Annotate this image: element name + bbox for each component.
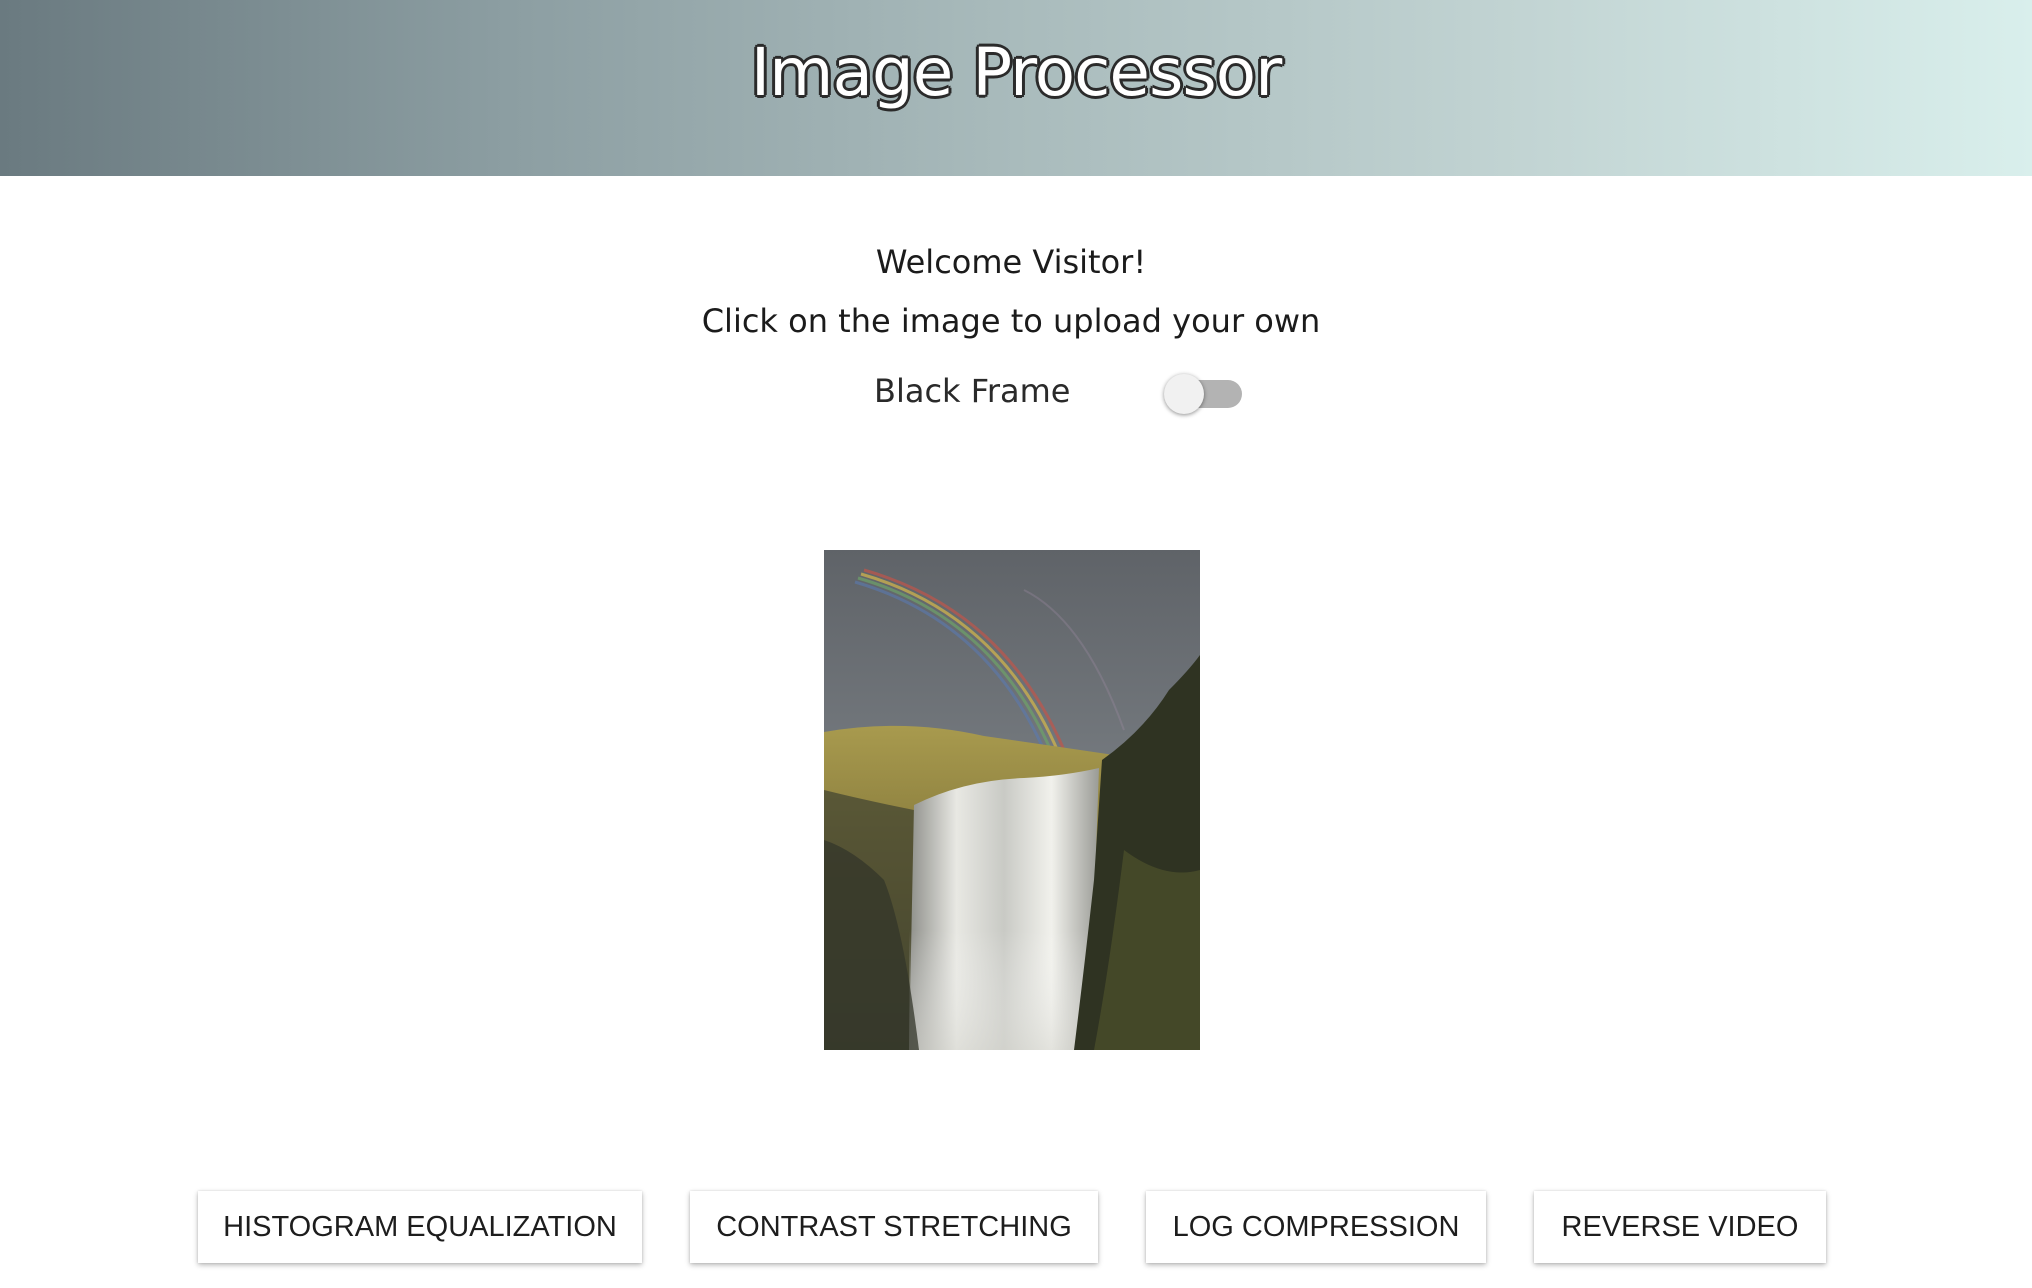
black-frame-label: Black Frame: [874, 372, 1071, 410]
toggle-knob[interactable]: [1164, 374, 1204, 414]
waterfall-rainbow-photo: [824, 550, 1200, 1050]
reverse-video-button[interactable]: REVERSE VIDEO: [1534, 1191, 1826, 1263]
app-header: Image Processor: [0, 0, 2032, 176]
welcome-message: Welcome Visitor!: [875, 243, 1147, 281]
page-title: Image Processor: [750, 34, 1283, 111]
uploaded-image[interactable]: [824, 550, 1200, 1050]
black-frame-toggle[interactable]: [1164, 374, 1244, 414]
log-compression-button[interactable]: LOG COMPRESSION: [1146, 1191, 1486, 1263]
histogram-equalization-button[interactable]: HISTOGRAM EQUALIZATION: [198, 1191, 642, 1263]
action-buttons: HISTOGRAM EQUALIZATION CONTRAST STRETCHI…: [0, 1191, 2032, 1263]
upload-instruction: Click on the image to upload your own: [701, 302, 1321, 340]
contrast-stretching-button[interactable]: CONTRAST STRETCHING: [690, 1191, 1098, 1263]
